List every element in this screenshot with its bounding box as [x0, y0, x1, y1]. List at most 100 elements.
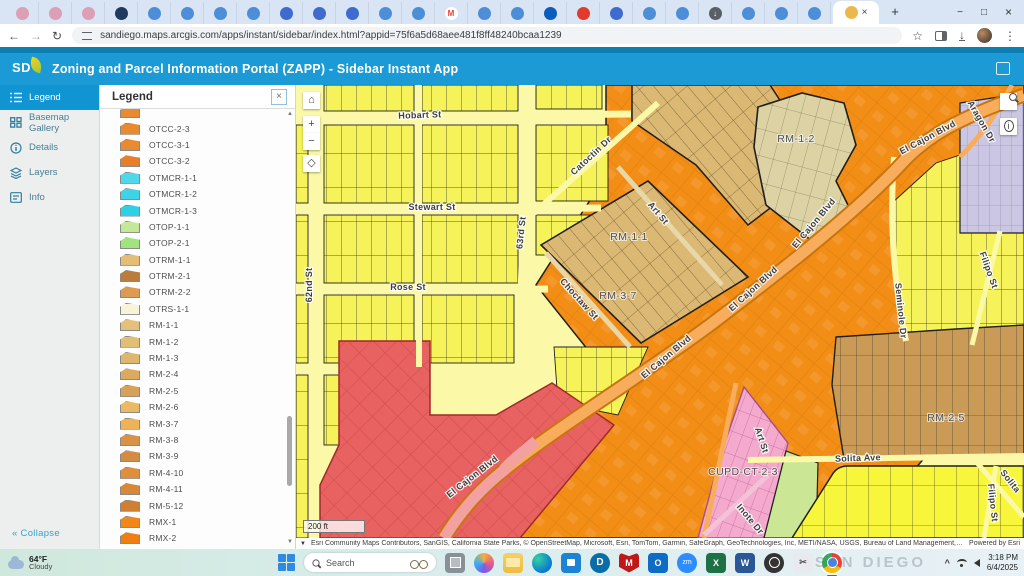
legend-scrollbar[interactable]: ▲ ▼ — [285, 111, 293, 545]
profile-avatar[interactable] — [977, 28, 992, 43]
legend-item[interactable]: RM-4-10 — [120, 465, 295, 481]
legend-item[interactable]: RM-2-6 — [120, 399, 295, 415]
reload-icon[interactable]: ↻ — [52, 29, 62, 43]
pinned-tab[interactable] — [369, 2, 402, 24]
taskbar-app-zoom-icon[interactable]: zm — [677, 553, 697, 573]
legend-item[interactable]: RM-3-7 — [120, 415, 295, 431]
window-minimize-icon[interactable]: − — [957, 7, 963, 18]
pinned-tab[interactable] — [534, 2, 567, 24]
home-button[interactable]: ⌂ — [303, 92, 320, 109]
pinned-tab[interactable] — [39, 2, 72, 24]
taskbar-app-mcafee-icon[interactable]: M — [619, 553, 639, 573]
pinned-tab[interactable] — [798, 2, 831, 24]
pinned-tab[interactable] — [138, 2, 171, 24]
legend-scrollbar-thumb[interactable] — [287, 416, 292, 486]
pinned-tab[interactable] — [666, 2, 699, 24]
pinned-tab[interactable] — [633, 2, 666, 24]
pinned-tab[interactable] — [270, 2, 303, 24]
tray-caret-icon[interactable]: ^ — [945, 558, 950, 568]
locate-button[interactable]: ◇ — [303, 155, 320, 172]
legend-item[interactable]: RMX-2 — [120, 530, 295, 546]
legend-item[interactable]: OTCC-2-3 — [120, 120, 295, 136]
pinned-tab[interactable] — [336, 2, 369, 24]
wifi-icon[interactable] — [957, 559, 967, 566]
legend-item[interactable]: OTRM-1-1 — [120, 252, 295, 268]
window-close-icon[interactable]: × — [1005, 5, 1012, 19]
legend-item[interactable]: RM-3-9 — [120, 448, 295, 464]
pinned-tab[interactable] — [600, 2, 633, 24]
map-canvas[interactable]: RM-1-2RM-1-1RM-3-7RM-2-5CUPD-CT-2-3 Hoba… — [296, 85, 1024, 549]
active-tab[interactable]: × — [833, 1, 879, 24]
zoning-map[interactable]: RM-1-2RM-1-1RM-3-7RM-2-5CUPD-CT-2-3 Hoba… — [296, 85, 1024, 538]
legend-item[interactable]: OTMCR-1-1 — [120, 170, 295, 186]
pinned-tab[interactable] — [402, 2, 435, 24]
legend-item[interactable]: OTRM-2-1 — [120, 268, 295, 284]
legend-item[interactable]: RM-3-8 — [120, 432, 295, 448]
sidebar-item-legend[interactable]: Legend — [0, 85, 99, 110]
legend-item[interactable]: RM-1-3 — [120, 350, 295, 366]
window-maximize-icon[interactable]: □ — [981, 7, 987, 18]
legend-item[interactable]: RM-2-5 — [120, 383, 295, 399]
tab-close-icon[interactable]: × — [862, 7, 868, 18]
legend-item[interactable]: OTCC-3-2 — [120, 153, 295, 169]
pinned-tab[interactable] — [72, 2, 105, 24]
legend-item[interactable]: OTMCR-1-3 — [120, 202, 295, 218]
legend-item[interactable]: OTOP-2-1 — [120, 235, 295, 251]
url-bar[interactable]: sandiego.maps.arcgis.com/apps/instant/si… — [72, 27, 902, 44]
site-settings-icon[interactable] — [82, 32, 92, 40]
sidebar-item-info[interactable]: Info — [0, 185, 99, 210]
legend-item[interactable]: OTRS-1-1 — [120, 301, 295, 317]
bookmark-star-icon[interactable]: ☆ — [912, 29, 923, 43]
legend-item[interactable]: OTRM-2-2 — [120, 284, 295, 300]
legend-item[interactable]: RM-4-11 — [120, 481, 295, 497]
legend-item[interactable]: RM-1-2 — [120, 333, 295, 349]
start-button[interactable] — [278, 554, 295, 571]
taskbar-weather-widget[interactable]: 64°F Cloudy — [8, 555, 52, 571]
legend-close-icon[interactable]: × — [271, 89, 287, 105]
pinned-tab[interactable] — [501, 2, 534, 24]
back-icon[interactable]: ← — [8, 29, 20, 43]
zone-brown-rm25[interactable] — [832, 325, 1024, 459]
taskbar-app-word-icon[interactable]: W — [735, 553, 755, 573]
header-share-icon[interactable] — [996, 62, 1010, 75]
pinned-tab[interactable] — [6, 2, 39, 24]
legend-item[interactable]: RM-2-4 — [120, 366, 295, 382]
taskbar-app-outlook-icon[interactable]: O — [648, 553, 668, 573]
pinned-tab[interactable] — [732, 2, 765, 24]
pinned-tab[interactable] — [765, 2, 798, 24]
attribution-expand-icon[interactable]: ▼ — [300, 541, 306, 547]
zoom-in-button[interactable]: + — [303, 116, 320, 133]
legend-item[interactable] — [120, 109, 295, 120]
side-panel-icon[interactable] — [935, 31, 947, 41]
legend-item[interactable]: OTMCR-1-2 — [120, 186, 295, 202]
sidebar-item-layers[interactable]: Layers — [0, 160, 99, 185]
taskbar-app-clock-icon[interactable] — [764, 553, 784, 573]
pinned-tab[interactable]: M — [435, 2, 468, 24]
taskbar-clock[interactable]: 3:18 PM 6/4/2025 — [987, 553, 1018, 571]
scroll-up-icon[interactable]: ▲ — [287, 111, 293, 117]
forward-icon[interactable]: → — [30, 29, 42, 43]
pinned-tab[interactable] — [237, 2, 270, 24]
sidebar-collapse-button[interactable]: « Collapse — [12, 528, 60, 539]
taskbar-app-dell-icon[interactable]: D — [590, 553, 610, 573]
taskbar-search[interactable]: Search — [304, 553, 436, 572]
volume-icon[interactable] — [974, 559, 980, 567]
legend-item[interactable]: OTOP-1-1 — [120, 219, 295, 235]
pinned-tab[interactable] — [303, 2, 336, 24]
zoom-out-button[interactable]: − — [303, 133, 320, 150]
taskbar-app-file-explorer-icon[interactable] — [503, 553, 523, 573]
pinned-tab[interactable] — [468, 2, 501, 24]
new-tab-button[interactable]: + — [885, 2, 905, 22]
sidebar-item-basemap-gallery[interactable]: Basemap Gallery — [0, 110, 99, 135]
pinned-tab[interactable]: ↓ — [699, 2, 732, 24]
pinned-tab[interactable] — [105, 2, 138, 24]
legend-item[interactable]: RMX-1 — [120, 514, 295, 530]
map-search-button[interactable] — [1000, 93, 1017, 110]
sidebar-item-details[interactable]: Details — [0, 135, 99, 160]
pinned-tab[interactable] — [171, 2, 204, 24]
taskbar-app-copilot-icon[interactable] — [474, 553, 494, 573]
legend-item[interactable]: RM-5-12 — [120, 497, 295, 513]
taskbar-app-store-icon[interactable] — [561, 553, 581, 573]
map-info-button[interactable]: i — [1000, 118, 1017, 135]
taskbar-app-excel-icon[interactable]: X — [706, 553, 726, 573]
